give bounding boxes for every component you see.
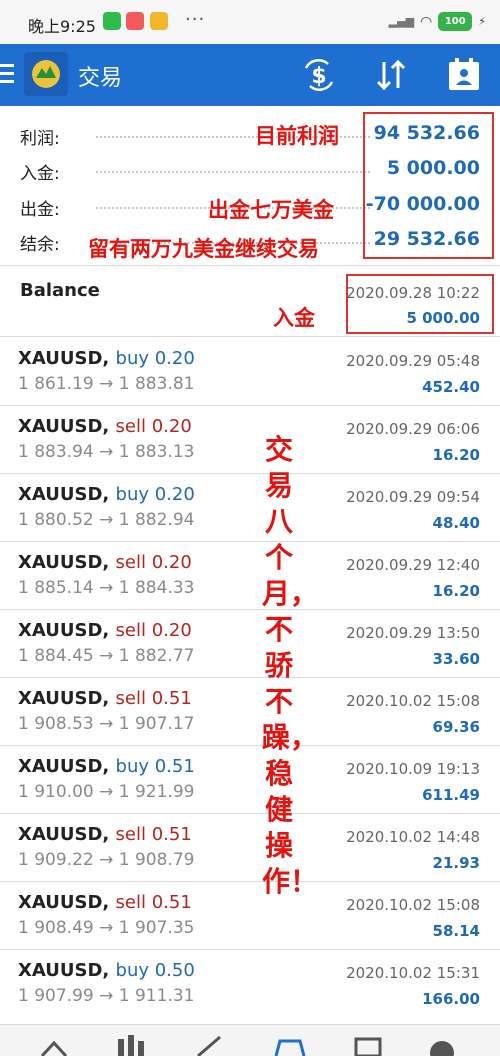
trade-direction: sell 0.51 <box>115 824 192 845</box>
trade-profit: 48.40 <box>432 514 480 532</box>
status-time: 晚上9:25 <box>28 17 96 36</box>
trade-profit: 16.20 <box>432 446 480 464</box>
trade-prices: 1 861.19 → 1 883.81 <box>18 374 195 394</box>
news-icon[interactable] <box>348 1033 388 1056</box>
trade-direction: sell 0.20 <box>115 620 192 641</box>
trade-prices: 1 908.49 → 1 907.35 <box>18 918 195 938</box>
menu-icon[interactable] <box>0 64 14 88</box>
trade-profit: 611.49 <box>422 786 480 804</box>
trade-row[interactable]: XAUUSD, buy 0.51 1 910.00 → 1 921.99 202… <box>0 746 500 814</box>
trade-date: 2020.09.29 13:50 <box>346 624 480 642</box>
trade-date: 2020.10.09 19:13 <box>346 760 480 778</box>
trade-date: 2020.09.29 06:06 <box>346 420 480 438</box>
annotation-deposit: 入金 <box>273 306 315 330</box>
trade-direction: sell 0.51 <box>115 892 192 913</box>
trade-symbol: XAUUSD, <box>18 620 110 641</box>
currency-exchange-icon[interactable]: $ <box>300 56 338 94</box>
battery-icon: 100 <box>438 12 473 31</box>
trade-symbol: XAUUSD, <box>18 552 110 573</box>
summary-label: 利润: <box>20 129 60 149</box>
status-bar: 晚上9:25 ··· ▂▄▆ ◠ 100 ⚡ <box>0 0 500 44</box>
charging-icon: ⚡ <box>478 15 486 28</box>
trade-direction: sell 0.20 <box>115 416 192 437</box>
trade-prices: 1 885.14 → 1 884.33 <box>18 578 195 598</box>
sort-icon[interactable] <box>372 56 410 94</box>
signal-icon: ▂▄▆ <box>388 15 415 28</box>
summary-label: 入金: <box>20 164 60 184</box>
annotation-vertical: 交易八个月，不骄不躁，稳健操作！ <box>262 433 319 898</box>
trade-profit: 166.00 <box>422 990 480 1008</box>
trade-direction: buy 0.20 <box>115 484 195 505</box>
trade-profit: 21.93 <box>432 854 480 872</box>
metatrader-logo-icon <box>32 60 60 88</box>
trade-row[interactable]: XAUUSD, sell 0.20 1 885.14 → 1 884.33 20… <box>0 542 500 610</box>
trade-date: 2020.09.29 05:48 <box>346 352 480 370</box>
annotation-remain: 留有两万九美金继续交易 <box>88 237 319 261</box>
trade-date: 2020.09.29 09:54 <box>346 488 480 506</box>
bottom-nav <box>0 1024 500 1056</box>
wechat-icon <box>103 12 121 30</box>
trade-date: 2020.10.02 15:08 <box>346 692 480 710</box>
trade-prices: 1 883.94 → 1 883.13 <box>18 442 195 462</box>
app-logo <box>24 52 68 96</box>
summary-label: 结余: <box>20 235 60 255</box>
trade-row[interactable]: XAUUSD, sell 0.51 1 908.53 → 1 907.17 20… <box>0 678 500 746</box>
trade-prices: 1 908.53 → 1 907.17 <box>18 714 195 734</box>
trade-direction: buy 0.50 <box>115 960 195 981</box>
trade-row[interactable]: XAUUSD, buy 0.50 1 907.99 → 1 911.31 202… <box>0 950 500 1018</box>
annotation-profit: 目前利润 <box>255 124 339 148</box>
add-order-icon[interactable] <box>445 56 483 94</box>
trade-row[interactable]: XAUUSD, buy 0.20 1 880.52 → 1 882.94 202… <box>0 474 500 542</box>
trade-prices: 1 909.22 → 1 908.79 <box>18 850 195 870</box>
balance-label: Balance <box>20 280 100 301</box>
summary-highlight-box <box>363 112 494 259</box>
trade-date: 2020.10.02 14:48 <box>346 828 480 846</box>
wifi-icon: ◠ <box>420 13 433 30</box>
trade-direction: buy 0.20 <box>115 348 195 369</box>
trade-row[interactable]: XAUUSD, sell 0.20 1 884.45 → 1 882.77 20… <box>0 610 500 678</box>
trade-row[interactable]: XAUUSD, sell 0.20 1 883.94 → 1 883.13 20… <box>0 406 500 474</box>
trade-row[interactable]: XAUUSD, sell 0.51 1 909.22 → 1 908.79 20… <box>0 814 500 882</box>
trade-profit: 69.36 <box>432 718 480 736</box>
trade-profit: 33.60 <box>432 650 480 668</box>
settings-icon[interactable] <box>422 1033 462 1056</box>
summary-label: 出金: <box>20 200 60 220</box>
trade-icon[interactable] <box>190 1033 230 1056</box>
trade-direction: sell 0.20 <box>115 552 192 573</box>
trade-date: 2020.10.02 15:08 <box>346 896 480 914</box>
trade-profit: 58.14 <box>432 922 480 940</box>
trade-row[interactable]: XAUUSD, buy 0.20 1 861.19 → 1 883.81 202… <box>0 338 500 406</box>
history-icon[interactable] <box>270 1033 310 1056</box>
trade-symbol: XAUUSD, <box>18 688 110 709</box>
trade-symbol: XAUUSD, <box>18 960 110 981</box>
trade-row[interactable]: XAUUSD, sell 0.51 1 908.49 → 1 907.35 20… <box>0 882 500 950</box>
quotes-icon[interactable] <box>34 1033 74 1056</box>
svg-text:$: $ <box>311 64 326 89</box>
trade-symbol: XAUUSD, <box>18 756 110 777</box>
trade-prices: 1 907.99 → 1 911.31 <box>18 986 195 1006</box>
video-app-icon <box>126 12 144 30</box>
trade-prices: 1 884.45 → 1 882.77 <box>18 646 195 666</box>
divider <box>0 336 500 337</box>
trade-prices: 1 910.00 → 1 921.99 <box>18 782 195 802</box>
page-title: 交易 <box>78 66 123 91</box>
trade-symbol: XAUUSD, <box>18 484 110 505</box>
trade-date: 2020.10.02 15:31 <box>346 964 480 982</box>
balance-highlight-box <box>346 274 494 334</box>
trade-prices: 1 880.52 → 1 882.94 <box>18 510 195 530</box>
trade-profit: 16.20 <box>432 582 480 600</box>
chart-icon[interactable] <box>110 1033 150 1056</box>
trade-direction: buy 0.51 <box>115 756 195 777</box>
trade-symbol: XAUUSD, <box>18 824 110 845</box>
trade-symbol: XAUUSD, <box>18 892 110 913</box>
trade-symbol: XAUUSD, <box>18 348 110 369</box>
more-notifications-icon: ··· <box>185 9 206 30</box>
app-bar: 交易 $ <box>0 44 500 106</box>
trade-profit: 452.40 <box>422 378 480 396</box>
annotation-withdraw: 出金七万美金 <box>208 198 334 222</box>
trade-direction: sell 0.51 <box>115 688 192 709</box>
trade-symbol: XAUUSD, <box>18 416 110 437</box>
shopping-app-icon <box>150 12 168 30</box>
trade-date: 2020.09.29 12:40 <box>346 556 480 574</box>
